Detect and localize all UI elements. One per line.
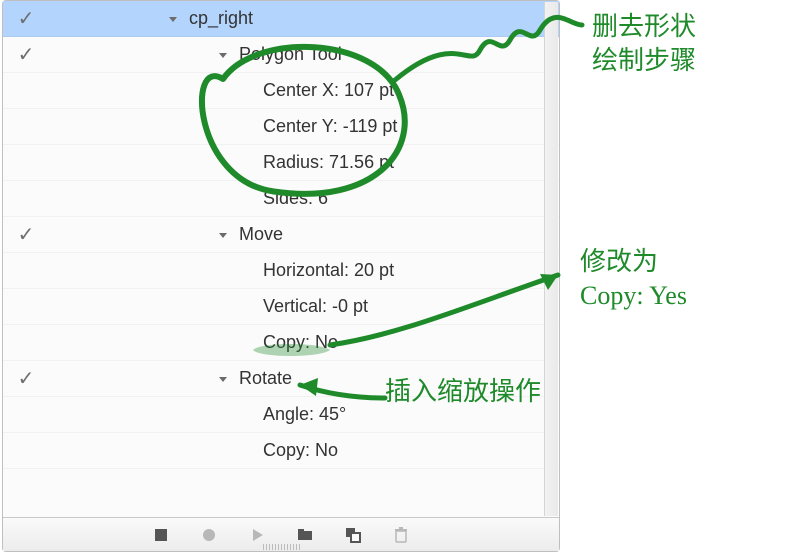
chevron-down-icon[interactable]	[213, 225, 233, 245]
checkbox-cell[interactable]: ✓	[9, 42, 43, 67]
vertical-scrollbar[interactable]	[544, 2, 558, 516]
tree-row[interactable]: ✓ Polygon Tool	[3, 37, 559, 73]
annotation-change-copy: 修改为 Copy: Yes	[580, 245, 687, 313]
annotation-delete-shape: 删去形状 绘制步骤	[592, 10, 696, 78]
checkbox-cell[interactable]: ✓	[9, 222, 43, 247]
tree-row[interactable]: Horizontal: 20 pt	[3, 253, 559, 289]
checkbox-cell[interactable]: ✓	[9, 366, 43, 391]
checkbox-cell[interactable]: ✓	[9, 6, 43, 31]
play-button[interactable]	[247, 525, 267, 545]
node-label: Move	[239, 224, 283, 245]
checkmark-icon: ✓	[18, 6, 35, 31]
resize-handle[interactable]	[241, 544, 321, 550]
node-label: cp_right	[189, 8, 253, 29]
node-label: Rotate	[239, 368, 292, 389]
property-text: Angle: 45°	[263, 404, 346, 425]
stop-button[interactable]	[151, 525, 171, 545]
rows-container: ✓ cp_right ✓ Polygon Tool Center X: 107 pt Ce…	[3, 1, 559, 517]
tree-row[interactable]: Sides: 6	[3, 181, 559, 217]
property-text: Center Y: -119 pt	[263, 116, 397, 137]
actions-panel: ✓ cp_right ✓ Polygon Tool Center X: 107 pt Ce…	[2, 0, 560, 552]
property-text: Horizontal: 20 pt	[263, 260, 394, 281]
property-text: Radius: 71.56 pt	[263, 152, 394, 173]
trash-button[interactable]	[391, 525, 411, 545]
node-label: Polygon Tool	[239, 44, 342, 65]
tree-row[interactable]: ✓ cp_right	[3, 1, 559, 37]
checkmark-icon: ✓	[18, 222, 35, 247]
tree-row[interactable]: ✓ Rotate	[3, 361, 559, 397]
property-text: Vertical: -0 pt	[263, 296, 368, 317]
checkmark-icon: ✓	[18, 366, 35, 391]
chevron-down-icon[interactable]	[213, 45, 233, 65]
chevron-down-icon[interactable]	[163, 9, 183, 29]
record-button[interactable]	[199, 525, 219, 545]
chevron-down-icon[interactable]	[213, 369, 233, 389]
overlay-button[interactable]	[343, 525, 363, 545]
tree-row[interactable]: Vertical: -0 pt	[3, 289, 559, 325]
tree-row[interactable]: Center X: 107 pt	[3, 73, 559, 109]
folder-button[interactable]	[295, 525, 315, 545]
property-text: Copy: No	[263, 440, 338, 461]
tree-row[interactable]: Center Y: -119 pt	[3, 109, 559, 145]
tree-row[interactable]: Radius: 71.56 pt	[3, 145, 559, 181]
tree-row[interactable]: Angle: 45°	[3, 397, 559, 433]
tree-row[interactable]: Copy: No	[3, 433, 559, 469]
property-text: Copy: No	[263, 332, 338, 353]
property-text: Center X: 107 pt	[263, 80, 394, 101]
tree-row[interactable]: ✓ Move	[3, 217, 559, 253]
property-text: Sides: 6	[263, 188, 328, 209]
checkmark-icon: ✓	[18, 42, 35, 67]
tree-row[interactable]: Copy: No	[3, 325, 559, 361]
